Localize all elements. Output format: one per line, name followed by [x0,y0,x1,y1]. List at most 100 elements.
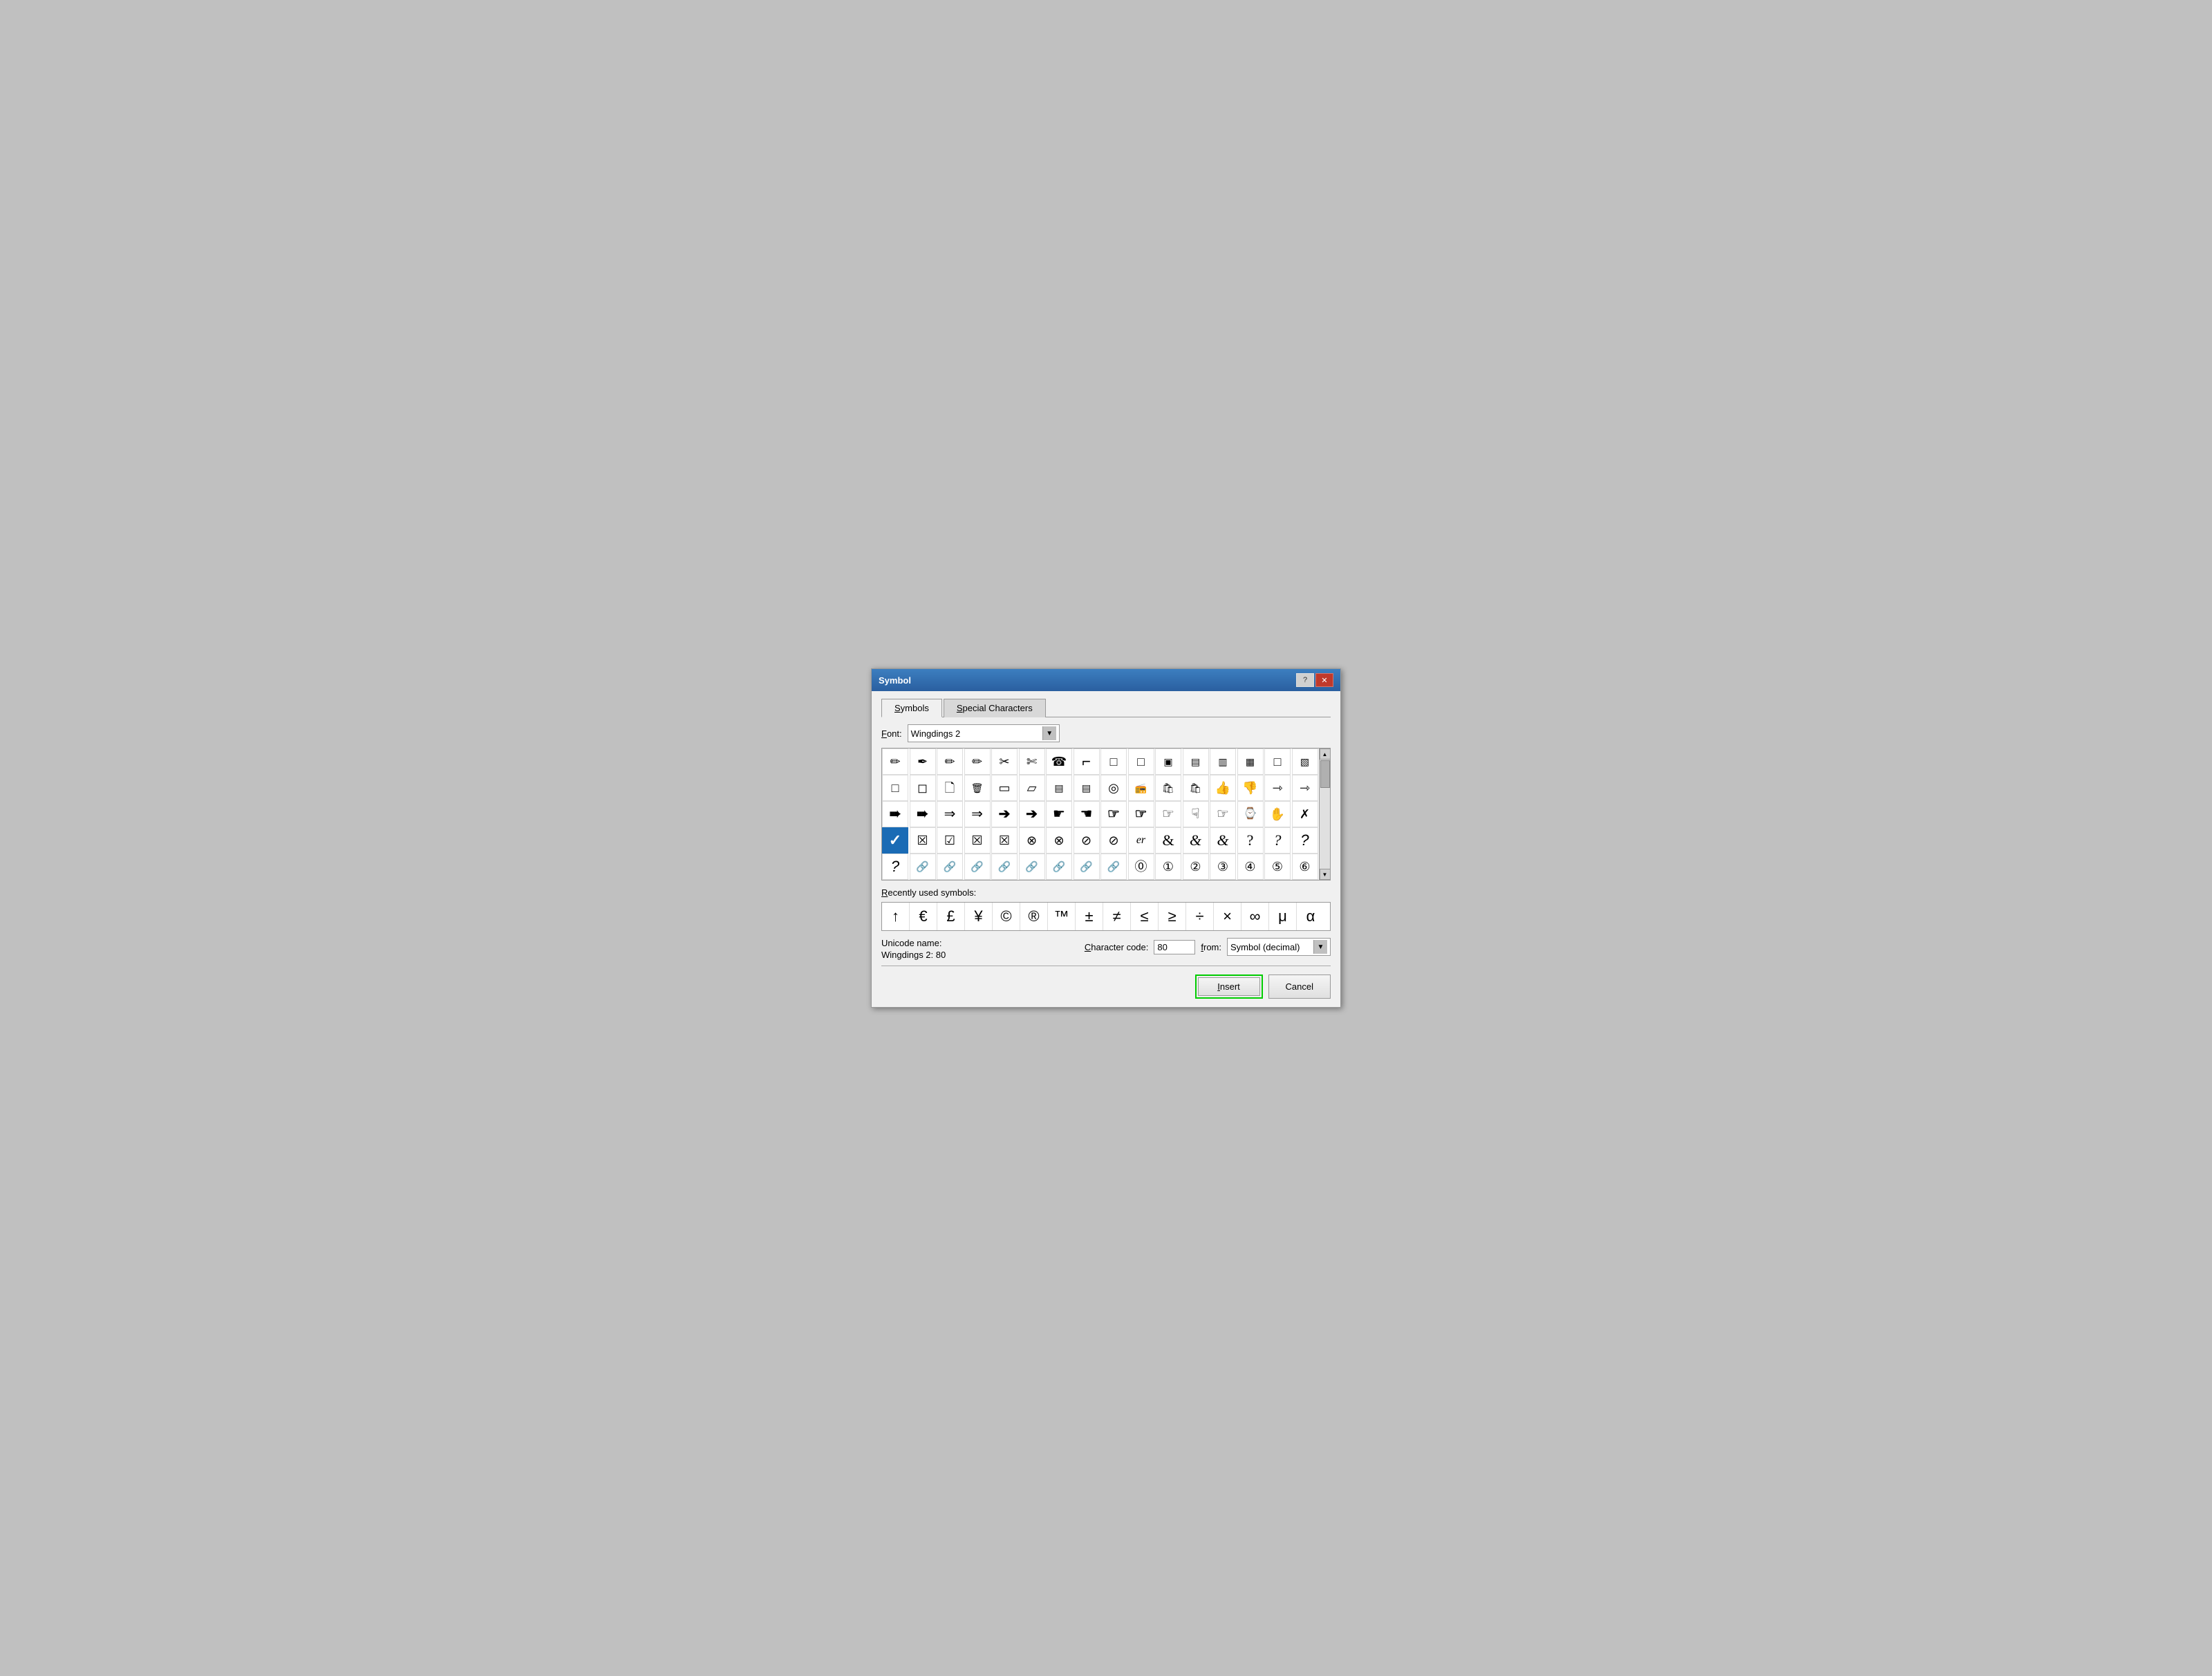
symbol-cell[interactable]: & [1210,827,1236,854]
symbol-cell[interactable]: ⓪ [1128,854,1154,880]
symbol-cell[interactable]: ☚ [1074,801,1100,827]
symbol-cell[interactable]: ◎ [1100,775,1127,801]
symbol-cell[interactable]: ☞ [1128,801,1154,827]
symbol-cell[interactable]: 🔗 [937,854,963,880]
font-dropdown-arrow[interactable]: ▼ [1042,726,1056,740]
symbol-cell[interactable]: ▱ [1019,775,1045,801]
symbol-cell[interactable]: ▣ [1155,748,1181,775]
symbol-cell[interactable]: ✄ [1019,748,1045,775]
scrollbar-track[interactable] [1320,760,1330,869]
symbol-cell[interactable]: 👎 [1237,775,1264,801]
symbol-cell[interactable]: ⊗ [1046,827,1072,854]
recent-symbol[interactable]: ÷ [1186,903,1214,930]
char-code-input[interactable] [1154,940,1195,954]
symbol-cell[interactable]: ☒ [964,827,991,854]
symbol-cell[interactable]: ✏ [882,748,908,775]
symbol-cell[interactable]: □ [1264,748,1291,775]
symbol-cell[interactable]: ◻ [910,775,936,801]
symbol-cell[interactable]: ⇾ [1264,775,1291,801]
symbol-cell[interactable]: ④ [1237,854,1264,880]
symbol-cell[interactable]: 🛍 [1183,775,1209,801]
recent-symbol[interactable]: ¥ [965,903,993,930]
recent-symbol[interactable]: ∞ [1241,903,1269,930]
symbol-cell[interactable]: ? [882,854,908,880]
symbol-cell[interactable]: ☟ [1183,801,1209,827]
recent-symbol[interactable]: ® [1020,903,1048,930]
symbol-cell[interactable]: 🗋 [937,775,963,801]
recent-symbol[interactable]: € [910,903,937,930]
scroll-up-arrow[interactable]: ▲ [1320,748,1331,760]
symbol-cell[interactable]: ☑ [937,827,963,854]
symbol-cell[interactable]: ☒ [991,827,1018,854]
recent-symbol[interactable]: £ [937,903,965,930]
recent-symbol[interactable]: × [1214,903,1241,930]
symbol-cell[interactable]: ✋ [1264,801,1291,827]
help-button[interactable]: ? [1296,673,1314,687]
symbol-cell[interactable]: □ [1128,748,1154,775]
symbol-cell[interactable]: ✏ [964,748,991,775]
symbol-cell[interactable]: 🗑 [964,775,991,801]
symbol-cell[interactable]: ▭ [991,775,1018,801]
symbol-cell[interactable]: ⌐ [1074,748,1100,775]
symbol-cell[interactable]: ⇒ [964,801,991,827]
symbol-cell[interactable]: ⇒ [937,801,963,827]
symbol-cell[interactable]: 👍 [1210,775,1236,801]
symbol-cell[interactable]: ➔ [991,801,1018,827]
symbol-cell[interactable]: ⊘ [1100,827,1127,854]
cancel-button[interactable]: Cancel [1268,974,1331,999]
symbol-cell[interactable]: ▦ [1237,748,1264,775]
symbol-cell[interactable]: ☞ [1100,801,1127,827]
symbol-cell[interactable]: ▧ [1292,748,1318,775]
symbol-cell[interactable]: ➠ [910,801,936,827]
symbol-cell[interactable]: ▤ [1183,748,1209,775]
symbol-cell[interactable]: ✂ [991,748,1018,775]
symbol-cell[interactable]: 🔗 [964,854,991,880]
recent-symbol[interactable]: ≥ [1159,903,1186,930]
symbol-cell[interactable]: & [1183,827,1209,854]
recent-symbol[interactable]: ± [1076,903,1103,930]
symbol-cell[interactable]: ▤ [1046,775,1072,801]
recent-symbol[interactable]: α [1297,903,1324,930]
symbol-cell[interactable]: 🔗 [1074,854,1100,880]
symbol-cell[interactable]: ? [1264,827,1291,854]
symbol-cell[interactable]: ② [1183,854,1209,880]
symbol-cell[interactable]: ⌚ [1237,801,1264,827]
symbol-cell[interactable]: 🔗 [1019,854,1045,880]
symbol-cell-selected[interactable]: ✓ [882,827,908,854]
symbol-cell[interactable]: ① [1155,854,1181,880]
symbol-cell[interactable]: ☛ [1046,801,1072,827]
symbol-cell[interactable]: □ [882,775,908,801]
recent-symbol[interactable]: © [993,903,1020,930]
symbol-cell[interactable]: ⑥ [1292,854,1318,880]
recent-symbol[interactable]: μ [1269,903,1297,930]
insert-button[interactable]: Insert [1198,977,1260,996]
symbol-cell[interactable]: ⇾ [1292,775,1318,801]
symbol-cell[interactable]: 🔗 [910,854,936,880]
symbol-cell[interactable]: ③ [1210,854,1236,880]
symbol-cell[interactable]: ? [1237,827,1264,854]
symbol-cell[interactable]: □ [1100,748,1127,775]
symbol-cell[interactable]: ➠ [882,801,908,827]
symbol-cell[interactable]: ▤ [1074,775,1100,801]
recent-symbol[interactable]: ≤ [1131,903,1159,930]
scrollbar-thumb[interactable] [1320,760,1330,788]
recent-symbol[interactable]: ≠ [1103,903,1131,930]
symbol-cell[interactable]: ⊗ [1019,827,1045,854]
symbol-cell[interactable]: ✒ [910,748,936,775]
symbol-cell[interactable]: ▥ [1210,748,1236,775]
close-button[interactable]: ✕ [1315,673,1333,687]
tab-symbols[interactable]: Symbols [881,699,942,717]
symbol-cell[interactable]: ✏ [937,748,963,775]
symbol-cell[interactable]: ☒ [910,827,936,854]
symbol-cell[interactable]: ☎ [1046,748,1072,775]
symbol-cell[interactable]: ➔ [1019,801,1045,827]
symbol-cell[interactable]: & [1155,827,1181,854]
tab-special-characters[interactable]: Special Characters [944,699,1046,717]
font-dropdown[interactable]: Wingdings 2 ▼ [908,724,1060,742]
symbol-cell[interactable]: 🔗 [1100,854,1127,880]
symbol-cell[interactable]: ✗ [1292,801,1318,827]
recent-symbol[interactable]: ™ [1048,903,1076,930]
symbol-cell[interactable]: 🔗 [991,854,1018,880]
symbol-cell[interactable]: ⊘ [1074,827,1100,854]
recent-symbol[interactable]: ↑ [882,903,910,930]
